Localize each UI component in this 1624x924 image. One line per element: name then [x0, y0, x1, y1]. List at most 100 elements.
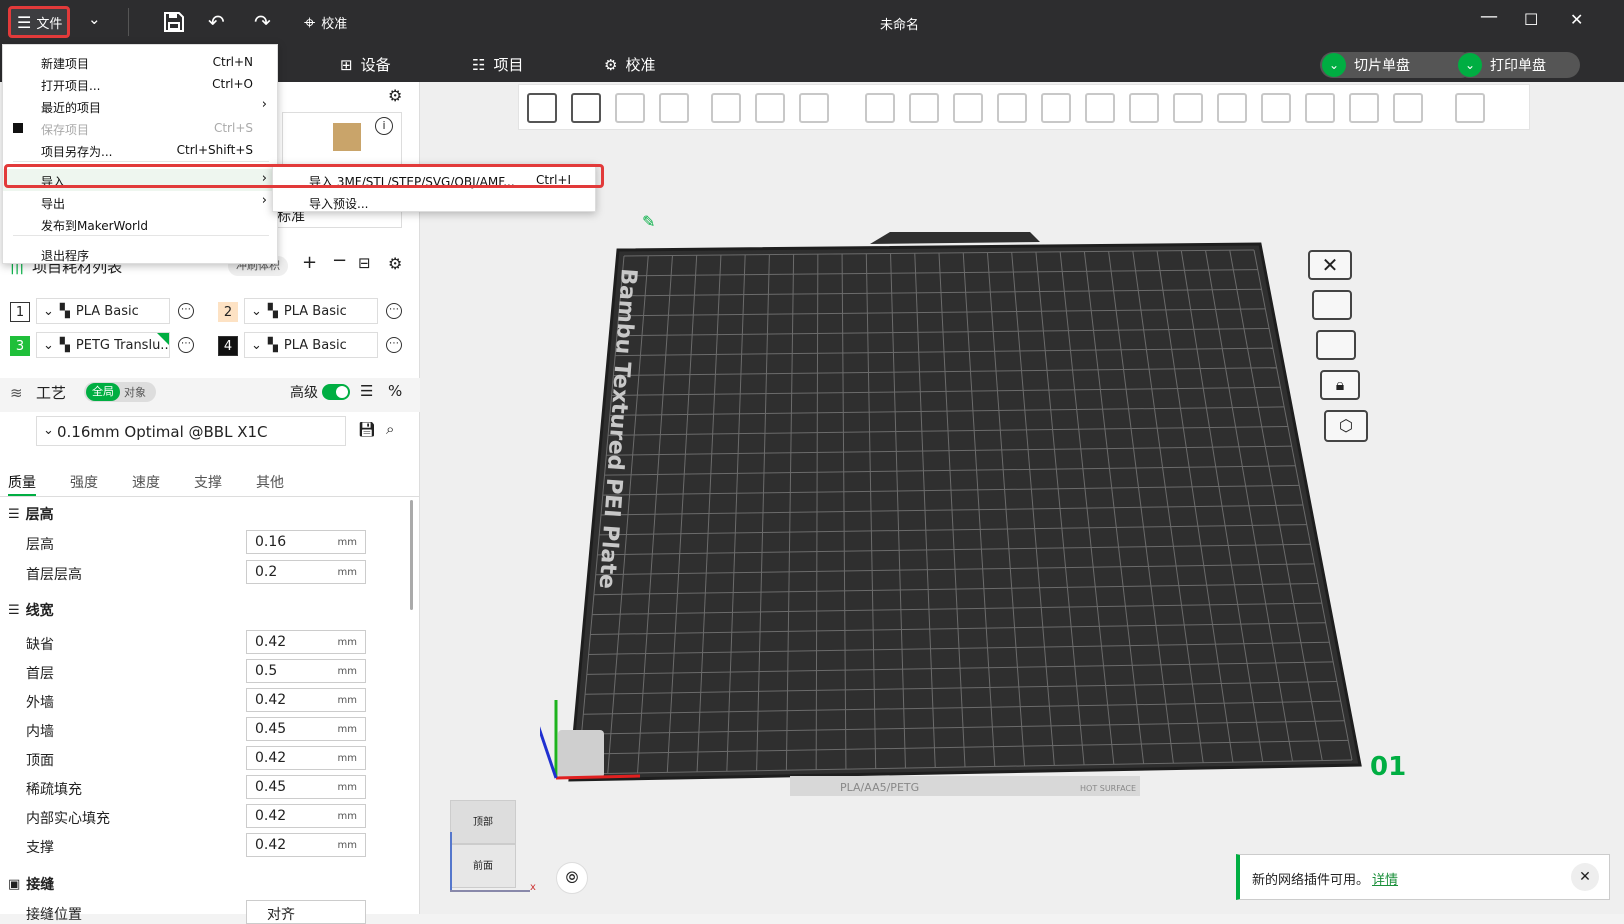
assembly-icon[interactable]: [1349, 93, 1379, 123]
menu-recent-projects[interactable]: 最近的项目 ›: [3, 95, 277, 117]
tab-speed[interactable]: 速度: [132, 472, 160, 492]
global-object-toggle[interactable]: 全局 对象: [84, 382, 156, 402]
camera-reset-button[interactable]: ⦾: [556, 862, 588, 894]
menu-exit[interactable]: 退出程序: [3, 243, 277, 265]
filament-select-4[interactable]: ⌄ ▚ PLA Basic: [244, 332, 378, 358]
maximize-icon[interactable]: ☐: [1524, 12, 1538, 28]
seam-position-select[interactable]: 对齐: [246, 900, 366, 924]
explode-icon[interactable]: [1455, 93, 1485, 123]
remove-icon[interactable]: −: [332, 250, 347, 271]
plate-settings-button[interactable]: ⬡: [1324, 410, 1368, 442]
menu-import-presets[interactable]: 导入预设...: [273, 191, 595, 213]
scale-icon[interactable]: [953, 93, 983, 123]
arrange-icon[interactable]: [659, 93, 689, 123]
cut-icon[interactable]: [1041, 93, 1071, 123]
move-icon[interactable]: [865, 93, 895, 123]
support-paint-icon[interactable]: [1129, 93, 1159, 123]
search-icon[interactable]: ⌕: [386, 420, 394, 438]
line-width-input[interactable]: 0.45 mm: [246, 775, 366, 799]
layers-icon[interactable]: [799, 93, 829, 123]
filament-select-1[interactable]: ⌄ ▚ PLA Basic: [36, 298, 170, 324]
line-width-input[interactable]: 0.42 mm: [246, 804, 366, 828]
menu-save-project[interactable]: 保存项目 Ctrl+S: [3, 117, 277, 139]
more-icon[interactable]: ⋯: [386, 303, 402, 319]
orient-icon[interactable]: [711, 93, 741, 123]
add-icon[interactable]: +: [302, 252, 317, 273]
minimize-icon[interactable]: —: [1480, 8, 1498, 26]
menu-save-as[interactable]: 项目另存为... Ctrl+Shift+S: [3, 139, 277, 161]
list-icon[interactable]: ☰: [360, 382, 373, 400]
line-width-input[interactable]: 0.42 mm: [246, 833, 366, 857]
lay-on-face-icon[interactable]: [997, 93, 1027, 123]
tab-others[interactable]: 其他: [256, 472, 284, 492]
filament-select-3[interactable]: ⌄ ▚ PETG Translu...: [36, 332, 170, 358]
menu-export[interactable]: 导出 ›: [3, 191, 277, 213]
tab-support[interactable]: 支撑: [194, 472, 222, 492]
line-width-input[interactable]: 0.42 mm: [246, 630, 366, 654]
more-icon[interactable]: ⋯: [178, 303, 194, 319]
print-plate-button[interactable]: ⌄ 打印单盘: [1456, 52, 1580, 78]
sync-ams-icon[interactable]: ⊟: [358, 254, 371, 272]
advanced-toggle[interactable]: [322, 384, 350, 400]
gear-icon[interactable]: ⚙: [388, 86, 402, 105]
seam-paint-icon[interactable]: [1173, 93, 1203, 123]
fit-icon[interactable]: [1393, 93, 1423, 123]
process-preset-select[interactable]: ⌄ 0.16mm Optimal @BBL X1C: [36, 416, 346, 446]
line-width-input[interactable]: 0.5 mm: [246, 659, 366, 683]
add-cube-icon[interactable]: [527, 93, 557, 123]
rotate-icon[interactable]: [909, 93, 939, 123]
gear-icon[interactable]: ⚙: [388, 254, 402, 273]
plate-delete-button[interactable]: ✕: [1308, 250, 1352, 280]
menu-open-project[interactable]: 打开项目... Ctrl+O: [3, 73, 277, 95]
line-width-input[interactable]: 0.45 mm: [246, 717, 366, 741]
tab-strength[interactable]: 强度: [70, 472, 98, 492]
plate-auto-orient-button[interactable]: [1312, 290, 1352, 320]
tab-quality[interactable]: 质量: [8, 472, 36, 496]
notification-details-link[interactable]: 详情: [1372, 869, 1398, 888]
info-icon[interactable]: i: [375, 117, 393, 135]
chevron-down-icon[interactable]: ⌄: [1322, 53, 1346, 77]
percent-icon[interactable]: %: [388, 382, 402, 400]
auto-orient-icon[interactable]: [615, 93, 645, 123]
plate-arrange-button[interactable]: [1316, 330, 1356, 360]
calibrate-button[interactable]: ⌖ 校准: [304, 10, 347, 34]
undo-icon[interactable]: ↶: [208, 12, 225, 32]
layer-height-input[interactable]: 0.16 mm: [246, 530, 366, 554]
color-paint-icon[interactable]: [1261, 93, 1291, 123]
tab-project[interactable]: ☷ 项目: [472, 54, 523, 75]
menu-publish-makerworld[interactable]: 发布到MakerWorld: [3, 213, 277, 235]
close-icon[interactable]: ✕: [1570, 12, 1583, 28]
menu-new-project[interactable]: 新建项目 Ctrl+N: [3, 51, 277, 73]
redo-icon[interactable]: ↷: [254, 12, 271, 32]
boolean-icon[interactable]: [1085, 93, 1115, 123]
view-cube[interactable]: 顶部 前面: [450, 800, 516, 896]
close-icon[interactable]: ✕: [1571, 863, 1599, 891]
chevron-down-icon[interactable]: ⌄: [1458, 53, 1482, 77]
split-icon[interactable]: [755, 93, 785, 123]
view-cube-front[interactable]: 前面: [450, 844, 516, 888]
save-icon[interactable]: [162, 10, 186, 37]
more-icon[interactable]: ⋯: [386, 337, 402, 353]
tab-device[interactable]: ⊞ 设备: [340, 54, 391, 75]
plate-lock-button[interactable]: 🔒︎: [1320, 370, 1360, 400]
line-width-input[interactable]: 0.42 mm: [246, 746, 366, 770]
measure-icon[interactable]: [1305, 93, 1335, 123]
view-cube-top[interactable]: 顶部: [450, 800, 516, 844]
line-width-input[interactable]: 0.42 mm: [246, 688, 366, 712]
chevron-down-icon[interactable]: ⌄: [88, 12, 101, 27]
save-icon[interactable]: 💾︎: [358, 422, 376, 438]
scrollbar[interactable]: [410, 500, 413, 610]
initial-layer-height-input[interactable]: 0.2 mm: [246, 560, 366, 584]
slice-plate-button[interactable]: ⌄ 切片单盘: [1320, 52, 1474, 78]
build-plate[interactable]: Bambu Textured PEI Plate PLA/AA5/PETG HO…: [540, 220, 1380, 830]
add-plate-icon[interactable]: [571, 93, 601, 123]
filament-select-2[interactable]: ⌄ ▚ PLA Basic: [244, 298, 378, 324]
text-icon[interactable]: [1217, 93, 1247, 123]
global-label[interactable]: 全局: [86, 383, 120, 401]
object-label[interactable]: 对象: [124, 384, 146, 400]
object-origin-block: [558, 730, 604, 778]
chevron-down-icon: ⌄: [43, 303, 54, 319]
more-icon[interactable]: ⋯: [178, 337, 194, 353]
layer-height-section: ☰ 层高: [8, 504, 54, 524]
tab-calibration[interactable]: ⚙ 校准: [604, 54, 655, 75]
